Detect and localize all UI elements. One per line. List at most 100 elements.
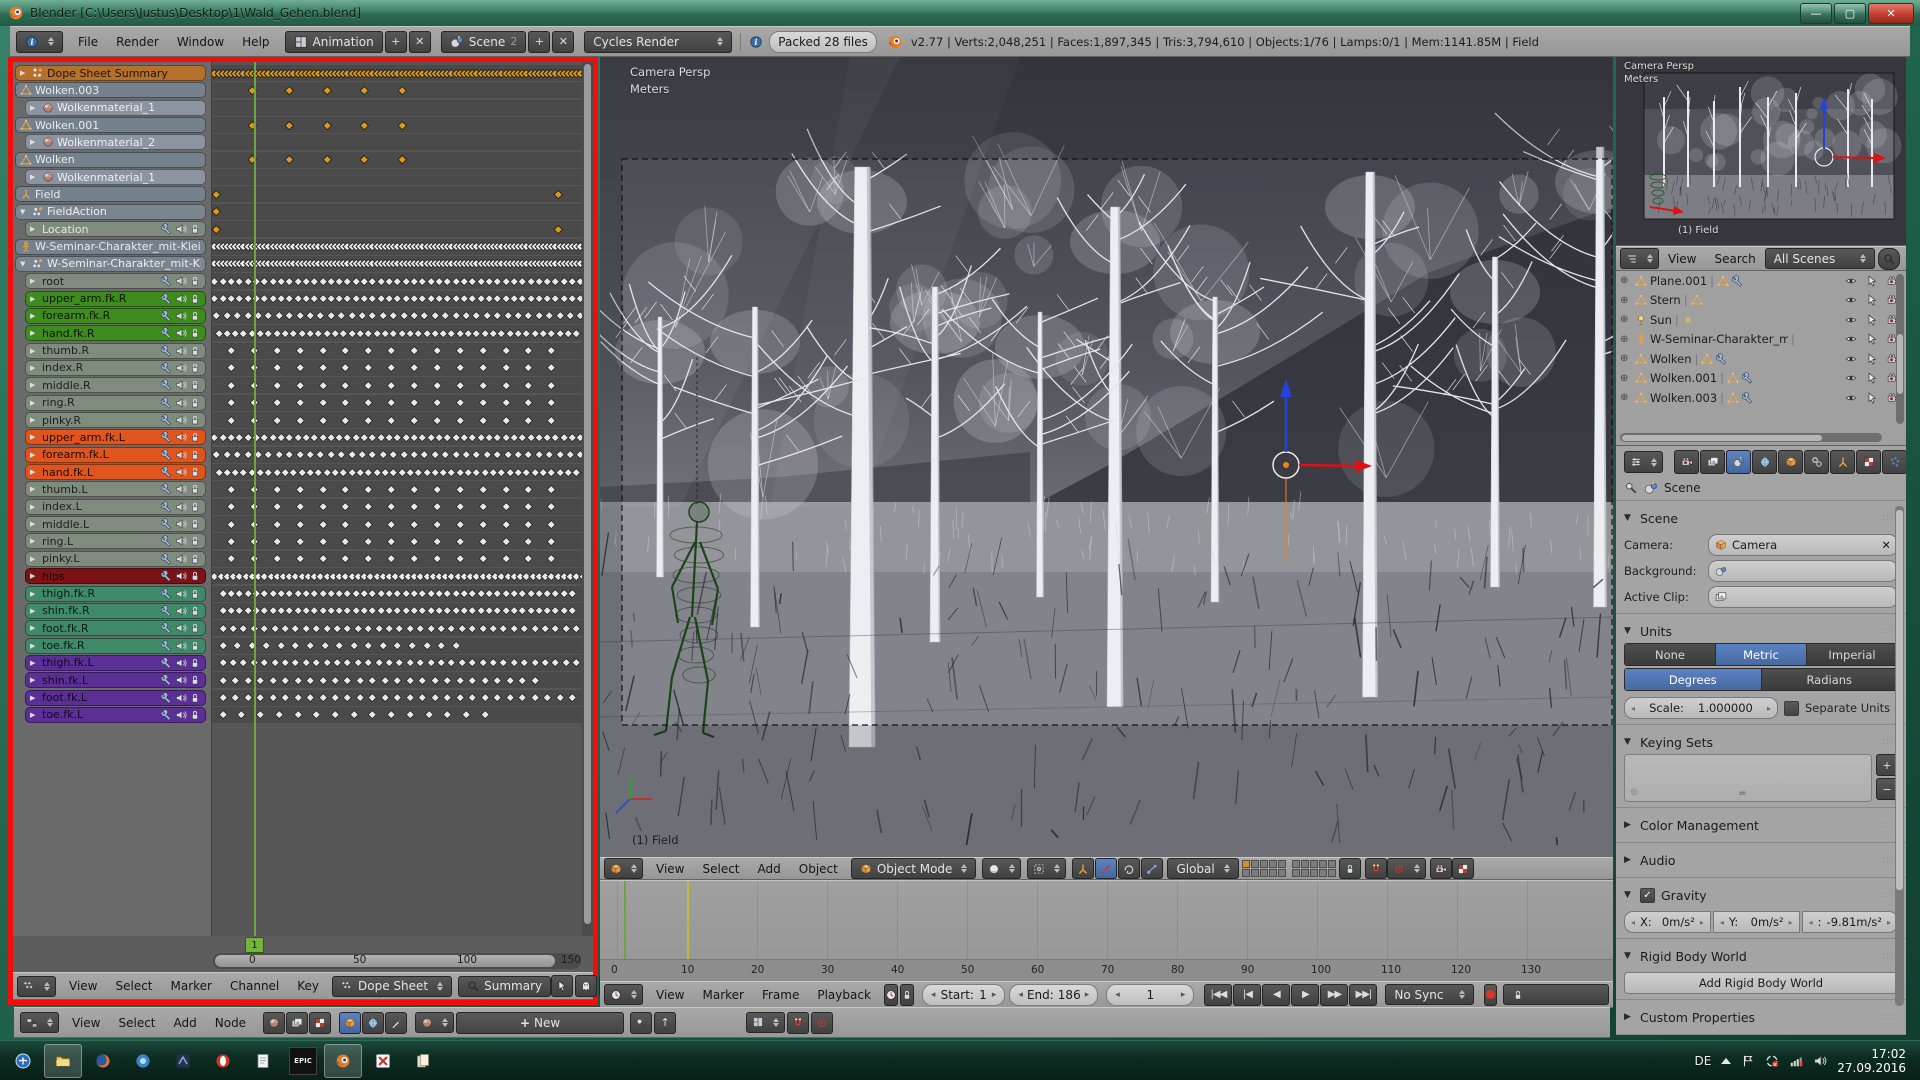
node-tree-shader-button[interactable] bbox=[263, 1012, 285, 1034]
expand-icon[interactable]: ⊕ bbox=[1620, 275, 1632, 286]
dopesheet-mode-selector[interactable]: Dope Sheet bbox=[332, 976, 452, 997]
outliner-search-button[interactable] bbox=[1878, 248, 1900, 270]
layer-cell[interactable] bbox=[1260, 860, 1268, 868]
editor-type-timeline[interactable] bbox=[604, 984, 643, 1005]
screen-layout-selector[interactable]: Animation bbox=[285, 31, 383, 53]
taskbar-app-dark-icon[interactable] bbox=[164, 1044, 202, 1078]
channel-toe-fk-r[interactable]: ▶toe.fk.R bbox=[25, 638, 206, 654]
wrench-icon[interactable] bbox=[161, 362, 173, 374]
channel-shin-fk-l[interactable]: ▶shin.fk.L bbox=[25, 672, 206, 688]
outliner-scope-selector[interactable]: All Scenes bbox=[1765, 248, 1875, 269]
wrench-icon[interactable] bbox=[161, 327, 173, 339]
segment-none[interactable]: None bbox=[1625, 644, 1716, 665]
speaker-icon[interactable] bbox=[175, 588, 187, 600]
node-snap-target[interactable] bbox=[811, 1012, 833, 1034]
expand-icon[interactable]: ⊕ bbox=[1620, 314, 1632, 325]
gravity-field-2[interactable]: ◂:-9.81m/s²▸ bbox=[1802, 911, 1898, 933]
channel-w-seminar-charakter-mit-kleidu[interactable]: W-Seminar-Charakter_mit-Kleidu bbox=[15, 239, 206, 255]
properties-vscrollbar[interactable] bbox=[1895, 506, 1904, 1006]
editor-type-dopesheet[interactable] bbox=[17, 976, 56, 997]
channel-upper-arm-fk-l[interactable]: ▶upper_arm.fk.L bbox=[25, 429, 206, 445]
sync-mode-selector[interactable]: No Sync bbox=[1385, 984, 1473, 1005]
channel-wolkenmaterial-2[interactable]: ▶Wolkenmaterial_2 bbox=[25, 134, 206, 150]
segment-metric[interactable]: Metric bbox=[1716, 644, 1807, 665]
render-opengl-anim-button[interactable] bbox=[1452, 858, 1474, 879]
dopesheet-menu-channel[interactable]: Channel bbox=[230, 979, 279, 993]
outliner-menu-search[interactable]: Search bbox=[1714, 252, 1755, 266]
lock-icon[interactable] bbox=[189, 414, 201, 426]
transport-play-reverse[interactable]: ◀ bbox=[1262, 984, 1290, 1006]
cursor-icon[interactable] bbox=[1866, 333, 1878, 345]
camera-preview-viewport[interactable]: Camera Persp Meters (1) Field bbox=[1616, 57, 1906, 245]
outliner-item-stern[interactable]: ⊕Stern| bbox=[1616, 291, 1906, 311]
speaker-icon[interactable] bbox=[175, 674, 187, 686]
wrench-icon[interactable] bbox=[161, 397, 173, 409]
start-frame-field[interactable]: ◂Start:1▸ bbox=[922, 984, 1006, 1006]
outliner-item-wolken[interactable]: ⊕Wolken| bbox=[1616, 349, 1906, 369]
keyboard-language[interactable]: DE bbox=[1694, 1054, 1711, 1068]
viewport-menu-object[interactable]: Object bbox=[799, 862, 838, 876]
panel-custom-properties-header[interactable]: ▶Custom Properties:::: bbox=[1624, 1005, 1898, 1029]
dope-sheet-keyframe-area[interactable] bbox=[211, 62, 582, 936]
eye-icon[interactable] bbox=[1845, 333, 1857, 345]
segment-imperial[interactable]: Imperial bbox=[1807, 644, 1897, 665]
segment-degrees[interactable]: Degrees bbox=[1625, 669, 1762, 690]
channel-dope-sheet-summary[interactable]: ▶Dope Sheet Summary bbox=[15, 65, 206, 81]
lock-icon[interactable] bbox=[189, 709, 201, 721]
channel-hips[interactable]: ▶hips bbox=[25, 568, 206, 584]
editor-type-node[interactable] bbox=[20, 1012, 59, 1033]
taskbar-start-button[interactable] bbox=[4, 1044, 42, 1078]
info-menu-window[interactable]: Window bbox=[177, 35, 224, 49]
timeline-marker-line[interactable] bbox=[687, 881, 689, 959]
clear-camera-icon[interactable]: ✕ bbox=[1881, 538, 1891, 552]
summary-toggle[interactable]: Summary bbox=[458, 976, 551, 997]
edit-cursor-button[interactable] bbox=[551, 975, 573, 997]
wrench-icon[interactable] bbox=[161, 501, 173, 513]
speaker-icon[interactable] bbox=[175, 535, 187, 547]
info-menu-help[interactable]: Help bbox=[242, 35, 269, 49]
channel-foot-fk-r[interactable]: ▶foot.fk.R bbox=[25, 620, 206, 636]
speaker-icon[interactable] bbox=[175, 414, 187, 426]
lock-icon[interactable] bbox=[189, 553, 201, 565]
outliner-item-wolken-003[interactable]: ⊕Wolken.003| bbox=[1616, 388, 1906, 408]
timeline-current-frame-line[interactable] bbox=[624, 881, 626, 959]
lock-icon[interactable] bbox=[189, 379, 201, 391]
channel-thumb-r[interactable]: ▶thumb.R bbox=[25, 343, 206, 359]
channel-middle-l[interactable]: ▶middle.L bbox=[25, 516, 206, 532]
node-menu-select[interactable]: Select bbox=[118, 1016, 155, 1030]
expand-icon[interactable]: ⊕ bbox=[1620, 295, 1632, 306]
speaker-icon[interactable] bbox=[175, 709, 187, 721]
minimize-button[interactable]: — bbox=[1800, 3, 1832, 24]
viewport-shading-selector[interactable] bbox=[982, 858, 1021, 879]
speaker-icon[interactable] bbox=[175, 275, 187, 287]
speaker-icon[interactable] bbox=[175, 293, 187, 305]
cursor-icon[interactable] bbox=[1866, 294, 1878, 306]
transform-orientation-selector[interactable]: Global bbox=[1167, 858, 1238, 879]
lock-icon[interactable] bbox=[189, 362, 201, 374]
sync-problem-icon[interactable] bbox=[1765, 1054, 1779, 1068]
shader-type-linestyle-button[interactable] bbox=[385, 1012, 407, 1034]
lock-icon[interactable] bbox=[189, 692, 201, 704]
network-status-icon[interactable] bbox=[1789, 1054, 1803, 1068]
manipulator-scale-button[interactable] bbox=[1141, 858, 1163, 879]
wrench-icon[interactable] bbox=[161, 414, 173, 426]
render-opengl-button[interactable] bbox=[1430, 858, 1452, 879]
timeline-menu-frame[interactable]: Frame bbox=[762, 988, 799, 1002]
panel-scene-header[interactable]: ▼Scene:::: bbox=[1624, 506, 1898, 530]
separate-units-checkbox[interactable] bbox=[1784, 701, 1799, 716]
speaker-icon[interactable] bbox=[175, 379, 187, 391]
speaker-icon[interactable] bbox=[175, 449, 187, 461]
layer-cell[interactable] bbox=[1278, 869, 1286, 877]
channel-index-r[interactable]: ▶index.R bbox=[25, 360, 206, 376]
volume-icon[interactable] bbox=[1813, 1054, 1827, 1068]
layer-cell[interactable] bbox=[1301, 869, 1309, 877]
tray-clock[interactable]: 17:02 27.09.2016 bbox=[1837, 1047, 1906, 1075]
speaker-icon[interactable] bbox=[175, 466, 187, 478]
properties-tab-data[interactable] bbox=[1830, 450, 1855, 474]
editor-type-info[interactable] bbox=[16, 31, 63, 53]
go-parent-node-button[interactable]: ↑ bbox=[654, 1012, 676, 1034]
panel-units-header[interactable]: ▼Units:::: bbox=[1624, 619, 1898, 643]
expand-icon[interactable]: ⊕ bbox=[1620, 373, 1632, 384]
lock-icon[interactable] bbox=[189, 570, 201, 582]
node-tree-compositing-button[interactable] bbox=[286, 1012, 308, 1034]
